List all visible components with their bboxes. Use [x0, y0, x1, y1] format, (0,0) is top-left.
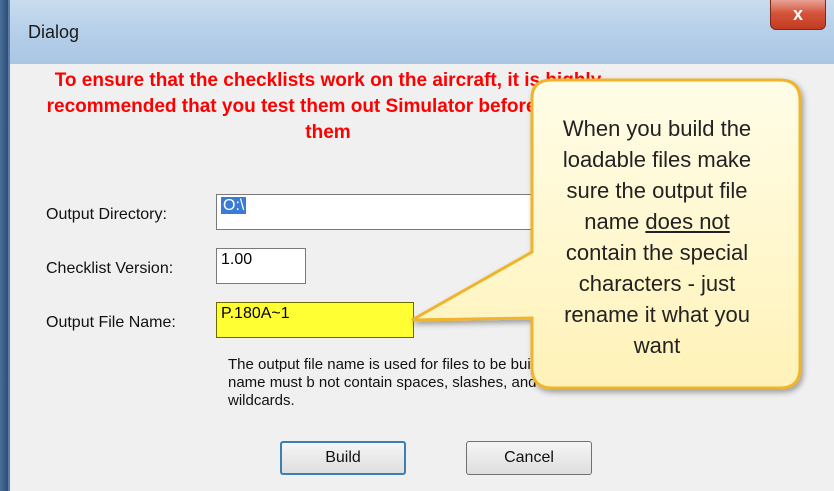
window-title: Dialog — [28, 22, 80, 42]
callout-line-part: name — [584, 209, 646, 234]
callout-line: want — [633, 333, 681, 358]
output-file-name-label: Output File Name: — [46, 314, 176, 331]
output-directory-value: O:\ — [221, 197, 247, 214]
callout-line: sure the output file — [566, 178, 748, 203]
background-window-edge — [0, 0, 8, 491]
callout-line: rename it what you — [564, 302, 750, 327]
callout-text: When you build the loadable files make s… — [530, 113, 784, 361]
close-icon: x — [792, 4, 803, 24]
output-file-name-input[interactable]: P.180A~1 — [216, 302, 414, 338]
callout-line: characters - just — [578, 271, 736, 296]
callout-line: When you build the — [562, 116, 752, 141]
output-directory-input[interactable]: O:\ — [216, 194, 536, 230]
close-button[interactable]: x — [770, 0, 826, 30]
callout-line: loadable files make — [562, 147, 752, 172]
cancel-button[interactable]: Cancel — [466, 441, 592, 475]
checklist-version-input[interactable]: 1.00 — [216, 248, 306, 284]
callout-emphasis: does not — [645, 209, 730, 234]
build-button[interactable]: Build — [280, 441, 406, 475]
title-bar[interactable]: Dialog x — [10, 0, 834, 64]
help-text: The output file name is used for files t… — [228, 356, 573, 409]
output-directory-label: Output Directory: — [46, 206, 167, 223]
callout-line: contain the special — [565, 240, 749, 265]
checklist-version-label: Checklist Version: — [46, 260, 174, 277]
callout-line: name does not — [530, 206, 784, 237]
